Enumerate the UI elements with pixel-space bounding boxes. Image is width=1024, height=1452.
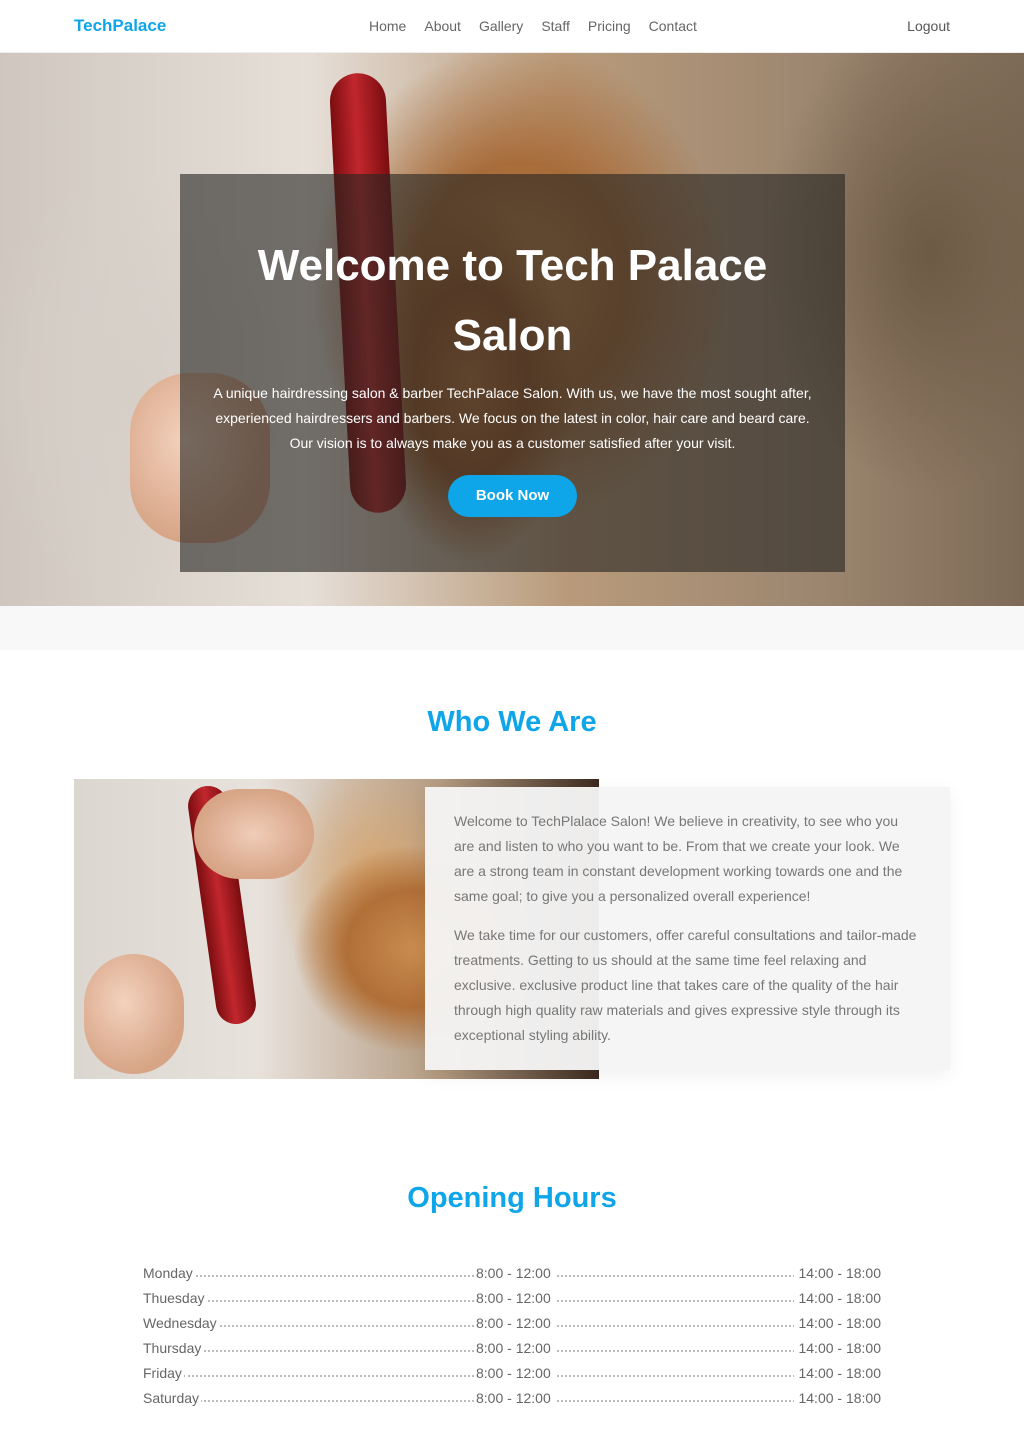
hero-description: A unique hairdressing salon & barber Tec… — [213, 385, 812, 451]
top-navbar: TechPalace Home About Gallery Staff Pric… — [0, 0, 1024, 53]
hours-morning: 8:00 - 12:00 — [476, 1290, 555, 1306]
nav-staff[interactable]: Staff — [541, 18, 570, 34]
hours-row: Thuesday 8:00 - 12:00 14:00 - 18:00 — [143, 1287, 881, 1312]
hours-afternoon: 14:00 - 18:00 — [794, 1365, 881, 1381]
hero-title-line2: Salon — [452, 311, 573, 360]
section-divider — [0, 606, 1024, 650]
dot-leader — [553, 1325, 799, 1327]
hours-row: Thursday 8:00 - 12:00 14:00 - 18:00 — [143, 1337, 881, 1362]
hours-day: Friday — [143, 1365, 184, 1381]
hours-morning: 8:00 - 12:00 — [476, 1315, 555, 1331]
dot-leader — [183, 1375, 478, 1377]
about-paragraph-1: Welcome to TechPlalace Salon! We believe… — [454, 813, 903, 904]
hours-afternoon: 14:00 - 18:00 — [794, 1290, 881, 1306]
dot-leader — [183, 1325, 478, 1327]
hours-afternoon: 14:00 - 18:00 — [794, 1315, 881, 1331]
dot-leader — [183, 1300, 478, 1302]
dot-leader — [553, 1400, 799, 1402]
hours-row: Friday 8:00 - 12:00 14:00 - 18:00 — [143, 1362, 881, 1387]
hours-morning: 8:00 - 12:00 — [476, 1390, 555, 1406]
dot-leader — [553, 1375, 799, 1377]
hero-title-line1: Welcome to Tech Palace — [257, 241, 768, 290]
dot-leader — [183, 1350, 478, 1352]
dot-leader — [553, 1300, 799, 1302]
brand-logo[interactable]: TechPalace — [74, 16, 166, 36]
about-card: Welcome to TechPlalace Salon! We believe… — [425, 787, 950, 1070]
logout-link[interactable]: Logout — [907, 18, 950, 34]
nav-gallery[interactable]: Gallery — [479, 18, 523, 34]
dot-leader — [553, 1350, 799, 1352]
opening-hours-list: Monday 8:00 - 12:00 14:00 - 18:00 Thuesd… — [143, 1262, 881, 1412]
dot-leader — [183, 1275, 478, 1277]
hero-title: Welcome to Tech Palace Salon — [180, 231, 845, 371]
dot-leader — [183, 1400, 478, 1402]
hours-day: Monday — [143, 1265, 195, 1281]
about-image-hand — [84, 954, 184, 1074]
about-paragraph-2: We take time for our customers, offer ca… — [454, 927, 917, 1043]
nav-about[interactable]: About — [424, 18, 461, 34]
main-menu: Home About Gallery Staff Pricing Contact — [369, 18, 715, 34]
hours-row: Monday 8:00 - 12:00 14:00 - 18:00 — [143, 1262, 881, 1287]
nav-contact[interactable]: Contact — [649, 18, 697, 34]
hours-row: Wednesday 8:00 - 12:00 14:00 - 18:00 — [143, 1312, 881, 1337]
nav-pricing[interactable]: Pricing — [588, 18, 631, 34]
hours-afternoon: 14:00 - 18:00 — [794, 1265, 881, 1281]
hours-afternoon: 14:00 - 18:00 — [794, 1340, 881, 1356]
hours-day: Wednesday — [143, 1315, 219, 1331]
hours-row: Saturday 8:00 - 12:00 14:00 - 18:00 — [143, 1387, 881, 1412]
book-now-button[interactable]: Book Now — [448, 475, 577, 517]
hours-afternoon: 14:00 - 18:00 — [794, 1390, 881, 1406]
hours-day: Thursday — [143, 1340, 204, 1356]
hours-day: Thuesday — [143, 1290, 207, 1306]
hours-morning: 8:00 - 12:00 — [476, 1340, 555, 1356]
hours-title: Opening Hours — [407, 1182, 617, 1214]
about-image-hand-upper — [194, 789, 314, 879]
hero-section: Welcome to Tech Palace Salon A unique ha… — [0, 53, 1024, 606]
about-title: Who We Are — [427, 706, 597, 738]
nav-home[interactable]: Home — [369, 18, 406, 34]
dot-leader — [553, 1275, 799, 1277]
hours-morning: 8:00 - 12:00 — [476, 1365, 555, 1381]
hours-day: Saturday — [143, 1390, 202, 1406]
hours-morning: 8:00 - 12:00 — [476, 1265, 555, 1281]
